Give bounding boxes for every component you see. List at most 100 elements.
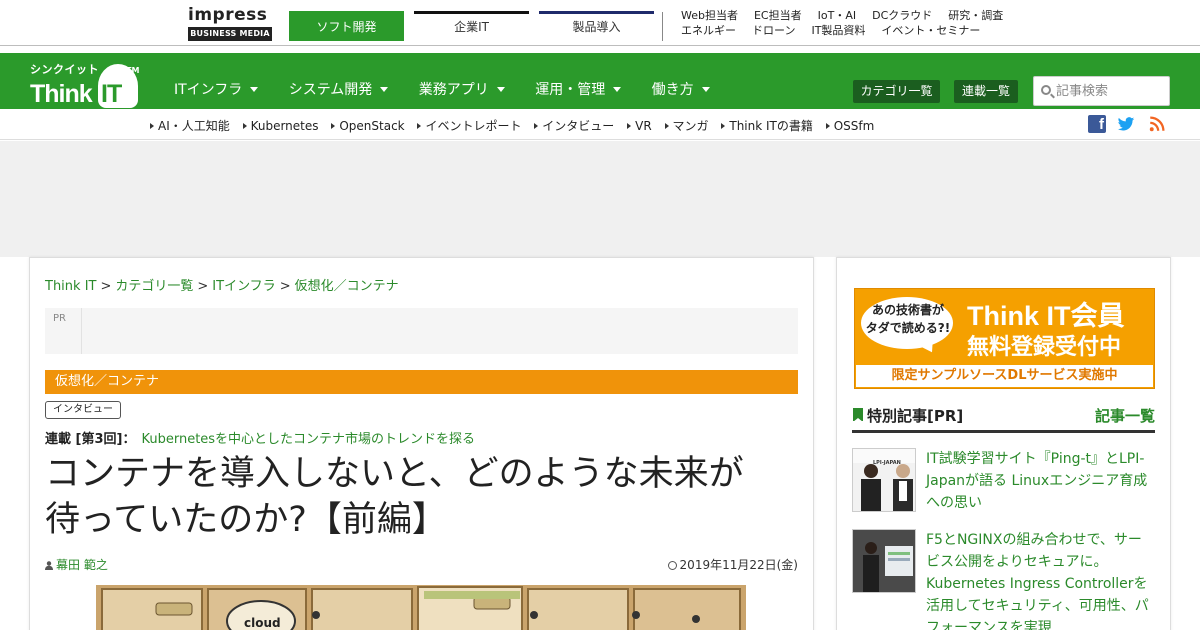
search-box	[1033, 76, 1170, 106]
triangle-right-icon	[721, 123, 726, 129]
article-title-line2: 待っていたのか?【前編】	[45, 500, 447, 540]
special-articles-label: 特別記事[PR]	[867, 407, 964, 425]
caret-down-icon	[496, 87, 505, 92]
article-title-line1: コンテナを導入しないと、どのような未来が	[45, 454, 744, 494]
topbar-divider	[662, 12, 663, 41]
breadcrumb-home[interactable]: Think IT	[45, 279, 96, 294]
ad-space	[0, 141, 1200, 257]
topic-links: AI・人工知能 Kubernetes OpenStack イベントレポート イン…	[150, 117, 883, 134]
nav-workstyle[interactable]: 働き方	[652, 79, 710, 99]
special-articles-header: 特別記事[PR] 記事一覧	[852, 404, 1155, 433]
pr-divider	[81, 308, 82, 354]
banner-bubble-text: あの技術書が タダで読める?!	[865, 303, 951, 335]
breadcrumb-it-infra[interactable]: ITインフラ	[212, 279, 275, 294]
topic-event-report[interactable]: イベントレポート	[417, 117, 521, 134]
topic-ai[interactable]: AI・人工知能	[150, 117, 230, 134]
nav-it-infra[interactable]: ITインフラ	[174, 79, 259, 99]
nav-business-apps[interactable]: 業務アプリ	[419, 79, 505, 99]
member-banner[interactable]: あの技術書が タダで読める?! Think IT会員 無料登録受付中 限定サンプ…	[854, 288, 1155, 389]
triangle-right-icon	[242, 123, 247, 129]
site-link-iot[interactable]: IoT・AI	[818, 9, 856, 22]
caret-down-icon	[250, 87, 259, 92]
site-link-drone[interactable]: ドローン	[752, 24, 795, 37]
article-card: Think IT > カテゴリ一覧 > ITインフラ > 仮想化／コンテナ PR 仮想化／コ…	[29, 257, 814, 630]
banner-line2: 無料登録受付中	[967, 335, 1122, 360]
special-article-link[interactable]: IT試験学習サイト『Ping-t』とLPI-Japanが語る Linuxエンジニ…	[926, 448, 1154, 514]
logo-think: Think	[30, 80, 93, 108]
thumbnail-presenter-image	[853, 530, 915, 592]
facebook-icon[interactable]: f	[1088, 115, 1106, 133]
thumbnail-people-image	[853, 449, 915, 511]
series-line: 連載 [第3回]： Kubernetesを中心としたコンテナ市場のトレンドを探る	[45, 428, 475, 447]
thinkit-logo[interactable]: シンクイット Think IT TM	[30, 64, 140, 110]
special-article-link[interactable]: F5とNGINXの組み合わせで、サービス公開をよりセキュアに。Kubernete…	[926, 529, 1154, 630]
site-link-energy[interactable]: エネルギー	[681, 24, 736, 37]
site-link-ec[interactable]: EC担当者	[754, 9, 802, 22]
banner-line1: Think IT会員	[967, 301, 1125, 331]
person-icon	[45, 561, 53, 570]
caret-down-icon	[613, 87, 622, 92]
hero-image: cloud	[96, 585, 746, 630]
search-input[interactable]	[1056, 81, 1166, 101]
site-link-web[interactable]: Web担当者	[681, 9, 738, 22]
tab-soft-dev[interactable]: ソフト開発	[289, 11, 404, 41]
nav-system-dev[interactable]: システム開発	[289, 79, 389, 99]
logo-tm: TM	[126, 66, 140, 75]
series-list-button[interactable]: 連載一覧	[954, 80, 1018, 103]
article-tag[interactable]: インタビュー	[45, 401, 121, 419]
impress-site-links: Web担当者 EC担当者 IoT・AI DCクラウド 研究・調査 エネルギー ドローン IT…	[681, 8, 1019, 38]
nav-operations[interactable]: 運用・管理	[535, 79, 622, 99]
category-menu: ITインフラ システム開発 業務アプリ 運用・管理 働き方	[174, 79, 736, 99]
hero-cloud-label: cloud	[244, 616, 281, 630]
category-bar[interactable]: 仮想化／コンテナ	[45, 370, 798, 394]
triangle-right-icon	[534, 123, 539, 129]
hero-illustration	[96, 585, 746, 630]
clock-icon	[667, 561, 677, 570]
bookmark-icon	[853, 408, 863, 422]
topic-kubernetes[interactable]: Kubernetes	[242, 119, 319, 133]
triangle-right-icon	[417, 123, 422, 129]
topic-openstack[interactable]: OpenStack	[331, 119, 405, 133]
caret-down-icon	[380, 87, 389, 92]
site-link-dc[interactable]: DCクラウド	[872, 9, 932, 22]
publish-date-text: 2019年11月22日(金)	[679, 558, 798, 572]
category-list-button[interactable]: カテゴリ一覧	[853, 80, 940, 103]
topic-ossfm[interactable]: OSSfm	[825, 119, 874, 133]
article-thumbnail[interactable]: LPI-JAPAN	[852, 448, 916, 512]
topic-books[interactable]: Think ITの書籍	[721, 117, 813, 134]
breadcrumb-category-list[interactable]: カテゴリ一覧	[115, 279, 193, 294]
impress-logo-sub: BUSINESS MEDIA	[188, 27, 272, 41]
series-label: 連載 [第3回]：	[45, 432, 136, 447]
publish-date: 2019年11月22日(金)	[667, 556, 798, 573]
triangle-right-icon	[664, 123, 669, 129]
search-icon	[1041, 85, 1051, 95]
impress-logo-word: impress	[188, 5, 268, 25]
triangle-right-icon	[331, 123, 336, 129]
impress-topbar: impress BUSINESS MEDIA ソフト開発 企業IT 製品導入 W…	[0, 0, 1200, 46]
series-title-link[interactable]: Kubernetesを中心としたコンテナ市場のトレンドを探る	[141, 432, 475, 447]
main-nav: シンクイット Think IT TM ITインフラ システム開発 業務アプリ 運…	[0, 53, 1200, 109]
site-link-it-docs[interactable]: IT製品資料	[811, 24, 865, 37]
triangle-right-icon	[150, 123, 154, 129]
pr-box: PR	[45, 308, 798, 354]
all-articles-link[interactable]: 記事一覧	[1095, 405, 1155, 426]
site-link-research[interactable]: 研究・調査	[948, 9, 1003, 22]
caret-down-icon	[701, 87, 710, 92]
sidebar: あの技術書が タダで読める?! Think IT会員 無料登録受付中 限定サンプ…	[836, 257, 1171, 630]
topic-vr[interactable]: VR	[627, 119, 652, 133]
article-title: コンテナを導入しないと、どのような未来が 待っていたのか?【前編】	[45, 451, 805, 543]
logo-it: IT	[101, 80, 122, 108]
tab-enterprise-it[interactable]: 企業IT	[414, 11, 529, 41]
topic-subnav: AI・人工知能 Kubernetes OpenStack イベントレポート イン…	[0, 109, 1200, 140]
twitter-icon[interactable]	[1117, 115, 1135, 133]
tab-product-intro[interactable]: 製品導入	[539, 11, 654, 41]
breadcrumb: Think IT > カテゴリ一覧 > ITインフラ > 仮想化／コンテナ	[45, 279, 399, 294]
topic-manga[interactable]: マンガ	[664, 117, 709, 134]
author-link[interactable]: 幕田 範之	[45, 556, 108, 573]
article-thumbnail[interactable]	[852, 529, 916, 593]
site-link-events[interactable]: イベント・セミナー	[881, 24, 980, 37]
breadcrumb-virtualization[interactable]: 仮想化／コンテナ	[295, 279, 399, 294]
rss-icon[interactable]	[1148, 115, 1166, 133]
topic-interview[interactable]: インタビュー	[534, 117, 614, 134]
impress-logo[interactable]: impress BUSINESS MEDIA	[188, 5, 272, 43]
